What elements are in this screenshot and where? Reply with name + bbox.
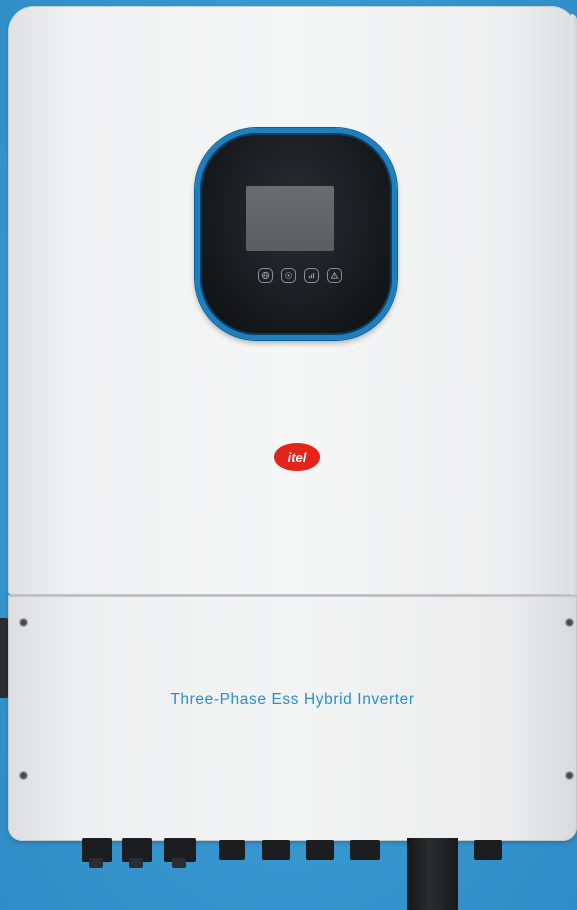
pv-connector [89,858,103,868]
globe-icon[interactable] [258,268,273,283]
terminal-port [474,840,502,860]
pv-connector [129,858,143,868]
output-cable [407,838,458,910]
display-bezel [195,128,397,340]
cover-screw-bottom-left [19,771,28,780]
bottom-cover: Three-Phase Ess Hybrid Inverter [8,595,577,841]
product-name-label: Three-Phase Ess Hybrid Inverter [170,691,415,708]
control-buttons [258,268,348,286]
inverter-body: itel [8,6,577,595]
pv-connector [172,858,186,868]
inverter-side-edge [571,14,577,595]
brand-logo: itel [273,442,321,472]
side-mounting-handle [0,618,8,698]
cover-screw-top-right [565,618,574,627]
terminal-port [262,840,290,860]
terminal-port [306,840,334,860]
terminal-port [350,840,380,860]
terminal-port [219,840,245,860]
settings-icon[interactable] [281,268,296,283]
cover-screw-bottom-right [565,771,574,780]
signal-icon[interactable] [304,268,319,283]
svg-text:itel: itel [288,450,307,465]
cover-screw-top-left [19,618,28,627]
lcd-screen [246,186,334,251]
warning-icon[interactable] [327,268,342,283]
